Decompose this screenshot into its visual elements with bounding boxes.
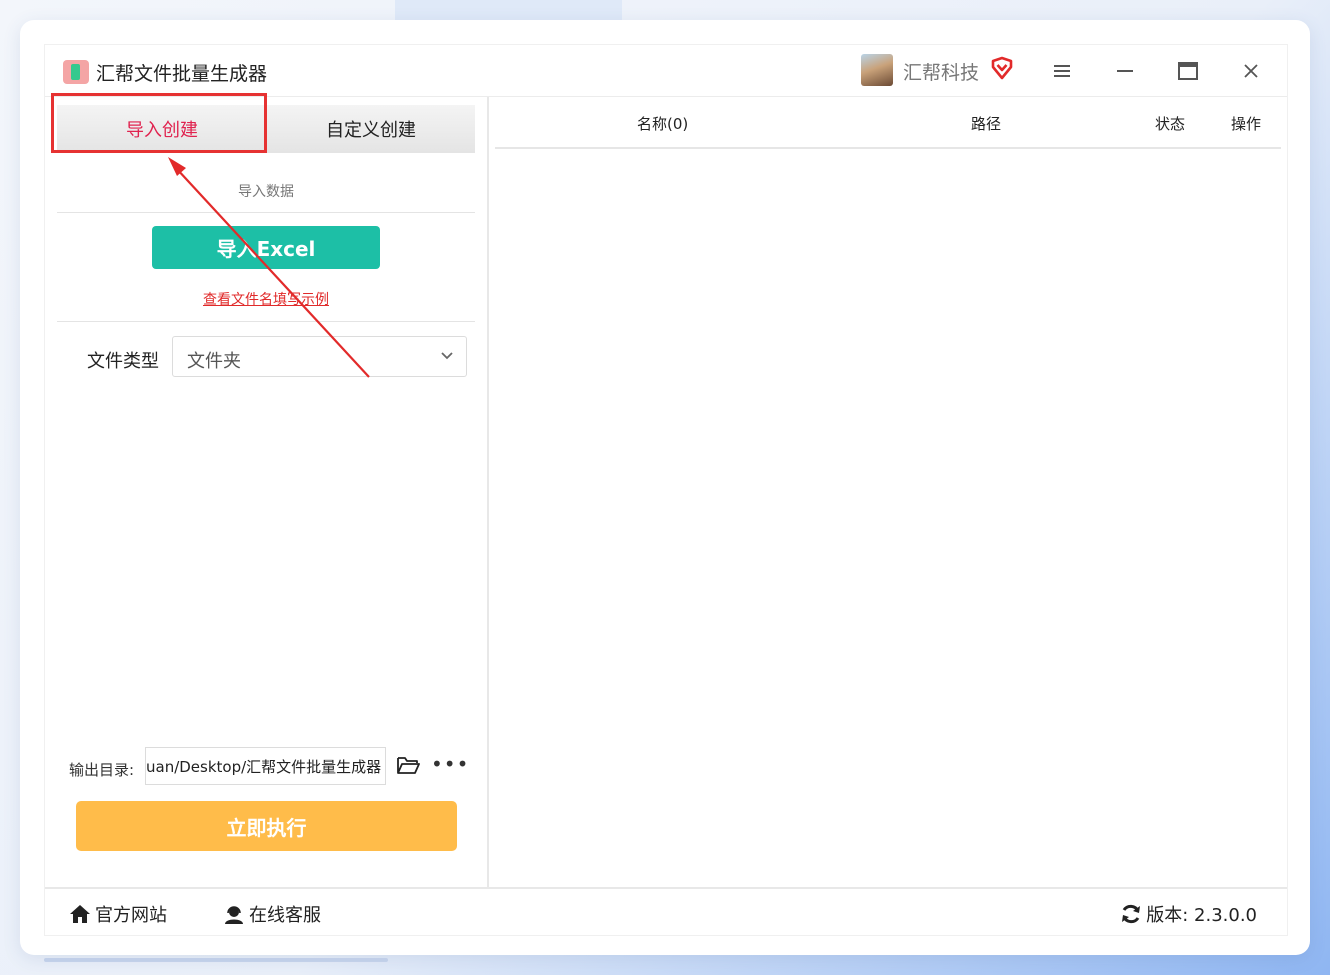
folder-open-icon[interactable] [396, 754, 420, 776]
online-support-link[interactable]: 在线客服 [223, 901, 321, 927]
minimize-icon[interactable] [1111, 57, 1139, 85]
user-name[interactable]: 汇帮科技 [903, 58, 979, 85]
column-name: 名称(0) [637, 115, 689, 133]
file-table-header: 名称(0) 路径 状态 操作 [495, 97, 1281, 149]
output-dir-label: 输出目录: [69, 761, 135, 779]
run-now-button[interactable]: 立即执行 [76, 801, 457, 851]
menu-icon[interactable] [1048, 57, 1076, 85]
left-panel: 导入创建 自定义创建 导入数据 导入Excel 查看文件名填写示例 文件类型 文… [45, 93, 489, 887]
app-title: 汇帮文件批量生成器 [96, 63, 268, 85]
filename-example-link[interactable]: 查看文件名填写示例 [57, 289, 475, 309]
app-logo-icon [63, 60, 89, 84]
chevron-down-icon [441, 352, 453, 360]
more-options-icon[interactable]: ••• [431, 752, 469, 776]
column-action: 操作 [1231, 115, 1262, 133]
file-type-select[interactable]: 文件夹 [172, 336, 467, 377]
import-excel-button[interactable]: 导入Excel [152, 226, 380, 269]
official-website-link[interactable]: 官方网站 [69, 901, 167, 927]
column-status: 状态 [1155, 115, 1186, 133]
online-support-label: 在线客服 [249, 905, 321, 926]
output-dir-input[interactable] [145, 747, 386, 785]
tab-custom-create[interactable]: 自定义创建 [267, 105, 475, 153]
bottom-bar: 官方网站 在线客服 版本: 2.3.0.0 [45, 887, 1287, 937]
version-info: 版本: 2.3.0.0 [1120, 901, 1257, 927]
official-website-label: 官方网站 [95, 905, 167, 926]
column-path: 路径 [971, 115, 1002, 133]
file-type-value: 文件夹 [187, 351, 241, 372]
annotation-highlight-box [51, 93, 267, 153]
support-agent-icon [225, 906, 243, 924]
background-line [44, 958, 388, 962]
file-type-label: 文件类型 [87, 351, 159, 372]
divider [57, 212, 475, 213]
app-window: 汇帮文件批量生成器 汇帮科技 导入创建 自定义创建 导入数据 导入Excel 查… [44, 44, 1288, 936]
background-band [395, 0, 622, 20]
user-avatar[interactable] [861, 54, 893, 86]
vip-icon[interactable] [989, 55, 1015, 81]
refresh-icon[interactable] [1120, 903, 1142, 925]
close-icon[interactable] [1237, 57, 1265, 85]
title-bar: 汇帮文件批量生成器 汇帮科技 [45, 45, 1287, 97]
divider [57, 321, 475, 322]
home-icon [70, 905, 90, 923]
maximize-icon[interactable] [1174, 57, 1202, 85]
import-section-label: 导入数据 [238, 184, 294, 200]
version-label: 版本: 2.3.0.0 [1146, 905, 1257, 926]
